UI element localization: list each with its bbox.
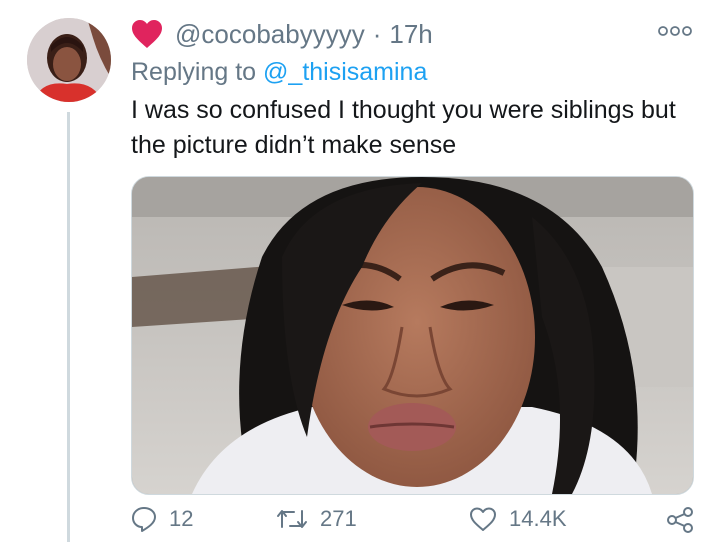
thread-line <box>67 112 70 542</box>
share-icon <box>667 507 693 533</box>
username[interactable]: @cocobabyyyyy <box>175 19 365 50</box>
share-button[interactable] <box>666 506 706 534</box>
tweet-media-image[interactable] <box>131 176 694 495</box>
tweet-text: I was so confused I thought you were sib… <box>131 93 711 163</box>
tweet-text-line: I was so confused I thought you were sib… <box>131 96 676 124</box>
tweet-header: @cocobabyyyyy · 17h <box>131 14 433 54</box>
tweet-actions: 12 271 14.4K <box>131 506 701 542</box>
retweet-button[interactable]: 271 <box>276 506 357 532</box>
tweet-text-line: the picture didn’t make sense <box>131 131 457 159</box>
like-icon <box>470 507 496 531</box>
replying-mention-link[interactable]: @_thisisamina <box>263 58 427 86</box>
retweet-count: 271 <box>320 506 357 531</box>
timestamp[interactable]: 17h <box>389 19 432 50</box>
more-options-icon[interactable] <box>658 24 692 38</box>
reply-icon <box>132 507 156 532</box>
avatar-photo <box>27 18 111 102</box>
like-count: 14.4K <box>509 506 567 531</box>
media-photo <box>132 177 693 494</box>
reply-button[interactable]: 12 <box>131 506 193 532</box>
retweet-icon <box>277 510 307 528</box>
replying-to: Replying to @_thisisamina <box>131 58 427 87</box>
separator-dot: · <box>372 18 382 49</box>
replying-prefix: Replying to <box>131 58 264 86</box>
heart-icon <box>132 20 162 48</box>
like-button[interactable]: 14.4K <box>469 506 567 532</box>
avatar[interactable] <box>27 18 111 102</box>
reply-count: 12 <box>169 506 194 531</box>
